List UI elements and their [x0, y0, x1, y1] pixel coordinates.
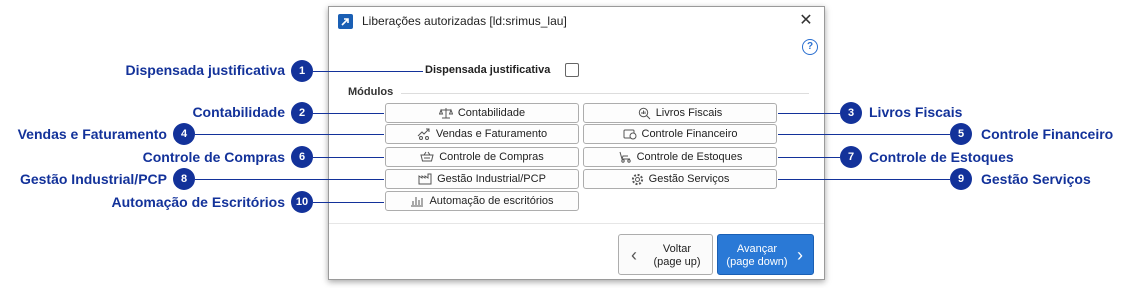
modulos-group-label: Módulos	[348, 86, 394, 98]
callout-badge-7: 7	[840, 146, 862, 168]
callout-label-7: Controle de Estoques	[869, 149, 1014, 165]
callout-label-5: Controle Financeiro	[981, 126, 1114, 142]
chevron-left-icon: ‹	[631, 245, 637, 265]
avancar-button[interactable]: Avançar (page down) ›	[717, 234, 814, 275]
livros-fiscais-button[interactable]: Livros Fiscais	[583, 103, 777, 123]
callout-badge-2: 2	[291, 102, 313, 124]
callout-label-10: Automação de Escritórios	[111, 194, 286, 210]
group-divider	[401, 93, 809, 94]
callout-badge-9: 9	[950, 168, 972, 190]
liberacoes-dialog: Liberações autorizadas [ld:srimus_lau] ✕…	[328, 6, 825, 280]
footer-divider	[329, 223, 824, 224]
callout-label-3: Livros Fiscais	[869, 104, 963, 120]
window-title: Liberações autorizadas [ld:srimus_lau]	[362, 14, 567, 28]
callout-line-7	[778, 157, 840, 158]
avancar-shortcut: (page down)	[726, 256, 788, 268]
callout-line-8	[195, 179, 384, 180]
dispensada-label: Dispensada justificativa	[425, 64, 551, 76]
callout-label-8: Gestão Industrial/PCP	[19, 171, 167, 187]
vendas-faturamento-button[interactable]: Vendas e Faturamento	[385, 124, 579, 144]
vendas-faturamento-label: Vendas e Faturamento	[435, 128, 548, 140]
controle-compras-button[interactable]: Controle de Compras	[385, 147, 579, 167]
callout-line-1	[313, 71, 423, 72]
dispensada-checkbox[interactable]	[565, 63, 579, 77]
close-icon[interactable]: ✕	[796, 11, 816, 31]
automacao-escritorios-button[interactable]: Automação de escritórios	[385, 191, 579, 211]
gestao-industrial-label: Gestão Industrial/PCP	[437, 173, 546, 185]
callout-badge-3: 3	[840, 102, 862, 124]
callout-line-6	[313, 157, 384, 158]
gestao-servicos-button[interactable]: Gestão Serviços	[583, 169, 777, 189]
callout-label-9: Gestão Serviços	[981, 171, 1091, 187]
controle-financeiro-label: Controle Financeiro	[641, 128, 738, 140]
help-icon[interactable]: ?	[802, 39, 818, 55]
voltar-button[interactable]: ‹ Voltar (page up)	[618, 234, 713, 275]
pallet-jack-icon	[619, 151, 631, 163]
callout-label-4: Vendas e Faturamento	[17, 126, 167, 142]
controle-estoques-button[interactable]: Controle de Estoques	[583, 147, 777, 167]
app-arrow-icon	[338, 14, 353, 29]
callout-line-9	[778, 179, 950, 180]
callout-line-2	[313, 113, 384, 114]
callout-badge-6: 6	[291, 146, 313, 168]
callout-line-3	[778, 113, 840, 114]
callout-label-6: Controle de Compras	[142, 149, 285, 165]
controle-estoques-label: Controle de Estoques	[636, 151, 743, 163]
livros-fiscais-label: Livros Fiscais	[655, 107, 723, 119]
sales-icon	[417, 128, 430, 140]
callout-badge-8: 8	[173, 168, 195, 190]
gestao-industrial-button[interactable]: Gestão Industrial/PCP	[385, 169, 579, 189]
callout-line-10	[313, 202, 384, 203]
title-bar: Liberações autorizadas [ld:srimus_lau] ✕	[329, 7, 824, 35]
callout-badge-5: 5	[950, 123, 972, 145]
callout-line-5	[778, 134, 950, 135]
contabilidade-button[interactable]: Contabilidade	[385, 103, 579, 123]
callout-label-2: Contabilidade	[192, 104, 285, 120]
callout-line-4	[195, 134, 384, 135]
bar-chart-icon	[411, 197, 424, 207]
callout-badge-4: 4	[173, 123, 195, 145]
controle-compras-label: Controle de Compras	[439, 151, 544, 163]
callout-label-1: Dispensada justificativa	[125, 62, 285, 78]
scale-icon	[438, 108, 453, 119]
gear-icon	[631, 173, 643, 185]
avancar-label: Avançar	[736, 243, 778, 255]
chevron-right-icon: ›	[797, 245, 803, 265]
voltar-label: Voltar	[662, 243, 692, 255]
callout-badge-10: 10	[291, 191, 313, 213]
basket-icon	[420, 151, 434, 162]
finance-icon	[623, 129, 636, 140]
gestao-servicos-label: Gestão Serviços	[648, 173, 730, 185]
controle-financeiro-button[interactable]: Controle Financeiro	[583, 124, 777, 144]
factory-icon	[418, 173, 432, 185]
automacao-escritorios-label: Automação de escritórios	[429, 195, 554, 207]
callout-badge-1: 1	[291, 60, 313, 82]
voltar-shortcut: (page up)	[653, 256, 701, 268]
magnifier-chart-icon	[638, 107, 651, 119]
contabilidade-label: Contabilidade	[457, 107, 526, 119]
